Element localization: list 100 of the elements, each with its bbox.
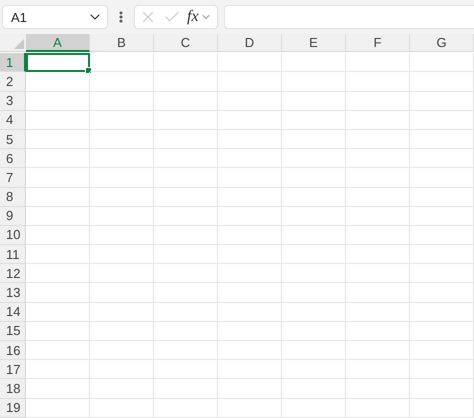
grid-cell[interactable]: [90, 360, 154, 380]
grid-cell[interactable]: [90, 72, 154, 92]
grid-cell[interactable]: [346, 264, 410, 284]
grid-cell[interactable]: [410, 53, 474, 72]
grid-cell[interactable]: [90, 130, 154, 150]
grid-cell[interactable]: [282, 168, 346, 188]
grid-cell[interactable]: [90, 302, 154, 322]
name-box[interactable]: A1: [2, 5, 108, 29]
column-header[interactable]: G: [410, 34, 474, 52]
grid-cell[interactable]: [26, 72, 90, 92]
grid-cell[interactable]: [410, 149, 474, 168]
grid-cell[interactable]: [26, 130, 90, 150]
grid-cell[interactable]: [282, 110, 346, 130]
grid-cell[interactable]: [346, 341, 410, 360]
grid-cell[interactable]: [90, 322, 154, 341]
grid-cell[interactable]: [410, 206, 474, 226]
row-header[interactable]: 6: [0, 149, 26, 168]
grid-cell[interactable]: [346, 168, 410, 188]
grid-cell[interactable]: [346, 302, 410, 322]
grid-cell[interactable]: [26, 168, 90, 188]
grid-cell[interactable]: [154, 92, 218, 111]
grid-cell[interactable]: [410, 168, 474, 188]
grid-cell[interactable]: [282, 72, 346, 92]
grid-cell[interactable]: [218, 245, 282, 264]
grid-cell[interactable]: [218, 302, 282, 322]
grid-cell[interactable]: [346, 398, 410, 418]
grid-cell[interactable]: [346, 110, 410, 130]
row-header[interactable]: 7: [0, 168, 26, 188]
grid-cell[interactable]: [282, 302, 346, 322]
grid-cell[interactable]: [90, 206, 154, 226]
grid-cell[interactable]: [410, 110, 474, 130]
grid-cell[interactable]: [90, 283, 154, 303]
row-header[interactable]: 12: [0, 264, 26, 284]
select-all-corner[interactable]: [0, 34, 26, 52]
grid-cell[interactable]: [282, 360, 346, 380]
grid-cell[interactable]: [410, 188, 474, 207]
grid-cell[interactable]: [26, 206, 90, 226]
grid-cell[interactable]: [282, 379, 346, 399]
grid-cell[interactable]: [218, 226, 282, 246]
grid-cell[interactable]: [218, 110, 282, 130]
grid-cell[interactable]: [346, 206, 410, 226]
grid-cell[interactable]: [282, 130, 346, 150]
grid-cell[interactable]: [410, 130, 474, 150]
grid-cell[interactable]: [410, 72, 474, 92]
column-header[interactable]: D: [218, 34, 282, 52]
grid-cell[interactable]: [346, 72, 410, 92]
grid-cell[interactable]: [26, 302, 90, 322]
row-header[interactable]: 19: [0, 398, 26, 418]
active-cell[interactable]: [26, 53, 90, 72]
grid-cell[interactable]: [90, 188, 154, 207]
formula-field[interactable]: [224, 5, 474, 29]
row-header[interactable]: 13: [0, 283, 26, 303]
grid-cell[interactable]: [282, 283, 346, 303]
grid-cell[interactable]: [346, 283, 410, 303]
grid-cell[interactable]: [154, 168, 218, 188]
grid-cell[interactable]: [26, 379, 90, 399]
grid-cell[interactable]: [154, 322, 218, 341]
grid-cell[interactable]: [26, 360, 90, 380]
grid-cell[interactable]: [218, 206, 282, 226]
row-header[interactable]: 16: [0, 341, 26, 360]
grid-cell[interactable]: [282, 226, 346, 246]
grid-cell[interactable]: [90, 149, 154, 168]
grid-cell[interactable]: [26, 110, 90, 130]
grid-cell[interactable]: [346, 379, 410, 399]
grid-cell[interactable]: [154, 72, 218, 92]
grid-cell[interactable]: [218, 398, 282, 418]
grid-cell[interactable]: [154, 379, 218, 399]
grid-cell[interactable]: [154, 302, 218, 322]
grid-cell[interactable]: [410, 264, 474, 284]
grid-cell[interactable]: [218, 322, 282, 341]
grid-cell[interactable]: [154, 245, 218, 264]
grid-cell[interactable]: [90, 398, 154, 418]
row-header[interactable]: 3: [0, 92, 26, 111]
grid-cell[interactable]: [218, 92, 282, 111]
grid-cell[interactable]: [26, 341, 90, 360]
grid-cell[interactable]: [346, 188, 410, 207]
grid-cell[interactable]: [154, 398, 218, 418]
grid-cell[interactable]: [154, 149, 218, 168]
grid-cell[interactable]: [154, 226, 218, 246]
grid-cell[interactable]: [410, 245, 474, 264]
grid-cell[interactable]: [346, 360, 410, 380]
row-header[interactable]: 18: [0, 379, 26, 399]
grid-cell[interactable]: [346, 322, 410, 341]
grid-cell[interactable]: [218, 379, 282, 399]
grid-cell[interactable]: [282, 92, 346, 111]
grid-cell[interactable]: [410, 92, 474, 111]
grid-cell[interactable]: [282, 188, 346, 207]
grid-cell[interactable]: [410, 398, 474, 418]
grid-cell[interactable]: [282, 341, 346, 360]
row-header[interactable]: 15: [0, 322, 26, 341]
row-header[interactable]: 10: [0, 226, 26, 246]
grid-cell[interactable]: [90, 110, 154, 130]
grid-cell[interactable]: [26, 188, 90, 207]
grid-cell[interactable]: [410, 379, 474, 399]
grid-cell[interactable]: [90, 264, 154, 284]
grid-cell[interactable]: [26, 398, 90, 418]
row-header[interactable]: 14: [0, 302, 26, 322]
grid-cell[interactable]: [282, 53, 346, 72]
grid-cell[interactable]: [26, 149, 90, 168]
grid-cell[interactable]: [154, 283, 218, 303]
